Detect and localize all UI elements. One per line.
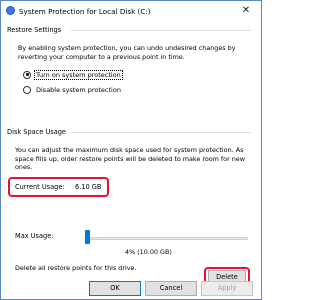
- radio-turn-on-protection[interactable]: Turn on system protection: [23, 69, 123, 80]
- ok-button[interactable]: OK: [89, 281, 141, 296]
- system-protection-dialog: System Protection for Local Disk (C:) ✕ …: [0, 0, 262, 300]
- max-usage-slider-track[interactable]: [85, 237, 248, 240]
- window-title: System Protection for Local Disk (C:): [19, 7, 151, 16]
- disk-space-divider: [71, 132, 251, 133]
- cancel-button[interactable]: Cancel: [145, 281, 197, 296]
- close-button[interactable]: ✕: [235, 4, 257, 18]
- title-bar[interactable]: System Protection for Local Disk (C:) ✕: [1, 1, 261, 21]
- current-usage-value: 6.10 GB: [75, 183, 102, 191]
- radio-disable-protection[interactable]: Disable system protection: [23, 84, 122, 95]
- delete-description: Delete all restore points for this drive…: [15, 264, 137, 272]
- max-usage-value: 4% (10.00 GB): [125, 248, 172, 256]
- restore-settings-description: By enabling system protection, you can u…: [18, 44, 236, 61]
- apply-button[interactable]: Apply: [201, 281, 253, 296]
- restore-settings-divider: [71, 30, 251, 31]
- restore-settings-label: Restore Settings: [7, 26, 62, 34]
- radio-disable-label[interactable]: Disable system protection: [35, 86, 122, 94]
- max-usage-slider-thumb[interactable]: [85, 230, 90, 244]
- current-usage-label: Current Usage:: [15, 183, 65, 191]
- disk-space-usage-label: Disk Space Usage: [7, 128, 66, 136]
- disk-space-description: You can adjust the maximum disk space us…: [15, 146, 245, 172]
- radio-on-indicator[interactable]: [23, 70, 31, 79]
- system-protection-icon: [6, 6, 15, 15]
- max-usage-label: Max Usage:: [15, 232, 54, 240]
- radio-turn-on-label[interactable]: Turn on system protection: [34, 69, 123, 80]
- radio-off-indicator[interactable]: [23, 85, 31, 94]
